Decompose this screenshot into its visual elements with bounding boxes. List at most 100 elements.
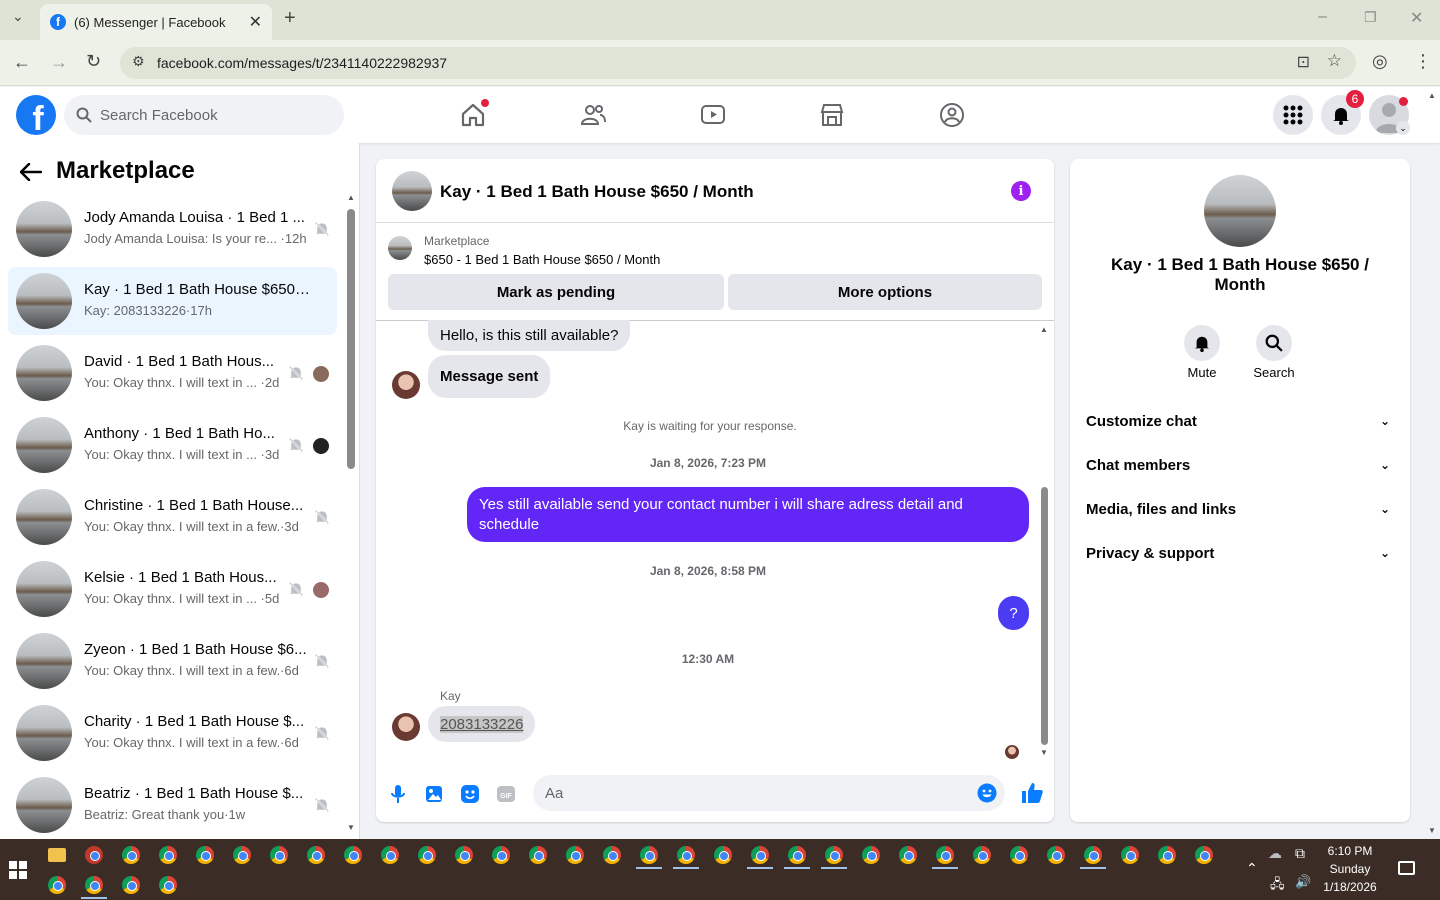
new-tab-icon[interactable]: + (284, 7, 296, 30)
close-window-icon[interactable]: ✕ (1410, 8, 1423, 28)
chrome-taskbar-icon[interactable] (1010, 846, 1028, 864)
customize-chat-section[interactable]: Customize chat ⌄ (1086, 409, 1394, 433)
mark-as-pending-button[interactable]: Mark as pending (388, 274, 724, 310)
media-files-links-section[interactable]: Media, files and links ⌄ (1086, 497, 1394, 521)
microphone-icon[interactable] (388, 784, 408, 804)
more-options-button[interactable]: More options (728, 274, 1042, 310)
watch-video-icon[interactable] (699, 101, 727, 129)
facebook-logo-icon[interactable]: f (16, 95, 56, 135)
conversation-item[interactable]: Kelsie · 1 Bed 1 Bath Hous... You: Okay t… (8, 555, 337, 623)
gaming-icon[interactable] (938, 101, 966, 129)
minimize-icon[interactable]: – (1318, 8, 1327, 26)
thumbs-up-icon[interactable] (1020, 781, 1044, 805)
notification-center-icon[interactable] (1398, 861, 1415, 875)
chat-scroll-down-icon[interactable]: ▼ (1040, 748, 1048, 757)
chrome-taskbar-icon[interactable] (1195, 846, 1213, 864)
chrome-taskbar-icon[interactable] (714, 846, 732, 864)
phone-number-text[interactable]: 2083133226 (440, 715, 524, 733)
install-app-icon[interactable]: ⊡ (1297, 52, 1310, 72)
message-input[interactable]: Aa (533, 775, 1005, 811)
chrome-taskbar-icon[interactable] (418, 846, 436, 864)
marketplace-store-icon[interactable] (818, 101, 846, 129)
chrome-taskbar-icon[interactable] (381, 846, 399, 864)
conversation-item[interactable]: Jody Amanda Louisa · 1 Bed 1 ... Jody Ama… (8, 195, 337, 263)
restore-icon[interactable]: ❐ (1364, 9, 1377, 26)
facebook-search-input[interactable]: Search Facebook (64, 95, 344, 135)
emoji-icon[interactable] (977, 783, 997, 803)
account-chevron-icon[interactable]: ⌄ (1396, 121, 1410, 135)
listing-thumbnail[interactable] (388, 236, 412, 260)
friends-icon[interactable] (579, 101, 607, 129)
chrome-taskbar-icon[interactable] (122, 846, 140, 864)
incoming-message[interactable]: Hello, is this still available? (428, 320, 631, 351)
chrome-taskbar-icon[interactable] (899, 846, 917, 864)
browser-tab[interactable]: f (6) Messenger | Facebook ✕ (40, 4, 272, 40)
url-field[interactable]: ⚙ facebook.com/messages/t/23411402229829… (120, 47, 1356, 79)
chrome-taskbar-icon[interactable] (751, 846, 769, 864)
search-in-conversation-button[interactable] (1256, 325, 1292, 361)
conversation-item[interactable]: Anthony · 1 Bed 1 Bath Ho... You: Okay th… (8, 411, 337, 479)
chrome-taskbar-icon[interactable] (640, 846, 658, 864)
listing-description[interactable]: $650 - 1 Bed 1 Bath House $650 / Month (424, 252, 660, 267)
chrome-taskbar-icon[interactable] (603, 846, 621, 864)
page-scroll-up-icon[interactable]: ▲ (1428, 91, 1436, 100)
sidebar-scrollbar[interactable] (347, 209, 355, 469)
sidebar-scroll-up-icon[interactable]: ▲ (347, 193, 355, 202)
chrome-taskbar-icon[interactable] (307, 846, 325, 864)
chrome-taskbar-icon[interactable] (492, 846, 510, 864)
chrome-taskbar-icon[interactable] (85, 846, 103, 864)
tray-chevron-icon[interactable]: ⌃ (1246, 860, 1258, 877)
chrome-taskbar-icon[interactable] (1158, 846, 1176, 864)
chrome-taskbar-icon[interactable] (455, 846, 473, 864)
chat-title[interactable]: Kay · 1 Bed 1 Bath House $650 / Month (440, 182, 754, 202)
network-icon[interactable]: 🖧 (1270, 875, 1285, 897)
chrome-taskbar-icon[interactable] (344, 846, 362, 864)
conversation-item[interactable]: David · 1 Bed 1 Bath Hous... You: Okay th… (8, 339, 337, 407)
conversation-item[interactable]: Beatriz · 1 Bed 1 Bath House $... Beatriz… (8, 771, 337, 839)
chrome-taskbar-icon[interactable] (788, 846, 806, 864)
chat-members-section[interactable]: Chat members ⌄ (1086, 453, 1394, 477)
gif-icon[interactable]: GIF (496, 784, 516, 804)
outgoing-message[interactable]: Yes still available send your contact nu… (467, 487, 1029, 542)
chrome-taskbar-icon[interactable] (122, 876, 140, 894)
privacy-support-section[interactable]: Privacy & support ⌄ (1086, 541, 1394, 565)
menu-grid-button[interactable] (1273, 95, 1313, 135)
onedrive-icon[interactable]: ☁ (1268, 845, 1282, 862)
details-avatar[interactable] (1204, 175, 1276, 247)
chrome-taskbar-icon[interactable] (1121, 846, 1139, 864)
file-explorer-icon[interactable] (48, 848, 66, 862)
conversation-item[interactable]: Kay · 1 Bed 1 Bath House $650 / ... Kay: … (8, 267, 337, 335)
incoming-message[interactable]: Message sent (428, 355, 551, 398)
chat-scroll-up-icon[interactable]: ▲ (1040, 325, 1048, 334)
conversation-item[interactable]: Charity · 1 Bed 1 Bath House $... You: Ok… (8, 699, 337, 767)
meet-now-icon[interactable]: ⧉ (1295, 845, 1305, 862)
chrome-taskbar-icon[interactable] (1047, 846, 1065, 864)
back-arrow-icon[interactable] (20, 163, 42, 181)
chrome-taskbar-icon[interactable] (825, 846, 843, 864)
page-scroll-down-icon[interactable]: ▼ (1428, 826, 1436, 835)
conversation-info-icon[interactable]: i (1011, 181, 1031, 201)
forward-icon[interactable]: → (50, 52, 68, 73)
bookmark-star-icon[interactable]: ☆ (1327, 51, 1342, 71)
chrome-taskbar-icon[interactable] (233, 846, 251, 864)
outgoing-message[interactable]: ? (998, 596, 1029, 630)
chrome-taskbar-icon[interactable] (85, 876, 103, 894)
chat-avatar[interactable] (392, 171, 432, 211)
sidebar-scroll-down-icon[interactable]: ▼ (347, 823, 355, 832)
chrome-taskbar-icon[interactable] (48, 876, 66, 894)
taskbar-clock[interactable]: 6:10 PM Sunday 1/18/2026 (1318, 842, 1382, 896)
conversation-item[interactable]: Christine · 1 Bed 1 Bath House... You: Ok… (8, 483, 337, 551)
chat-scrollbar[interactable] (1041, 487, 1048, 745)
chrome-taskbar-icon[interactable] (159, 846, 177, 864)
chrome-taskbar-icon[interactable] (270, 846, 288, 864)
sticker-icon[interactable] (460, 784, 480, 804)
chrome-taskbar-icon[interactable] (529, 846, 547, 864)
incoming-message[interactable]: 2083133226 (428, 706, 536, 742)
kay-avatar[interactable] (392, 371, 420, 399)
chrome-taskbar-icon[interactable] (936, 846, 954, 864)
tab-list-chevron-icon[interactable]: ⌄ (12, 8, 24, 25)
chrome-taskbar-icon[interactable] (862, 846, 880, 864)
volume-icon[interactable]: 🔊 (1295, 874, 1311, 890)
kay-avatar[interactable] (392, 713, 420, 741)
conversation-item[interactable]: Zyeon · 1 Bed 1 Bath House $6... You: Oka… (8, 627, 337, 695)
